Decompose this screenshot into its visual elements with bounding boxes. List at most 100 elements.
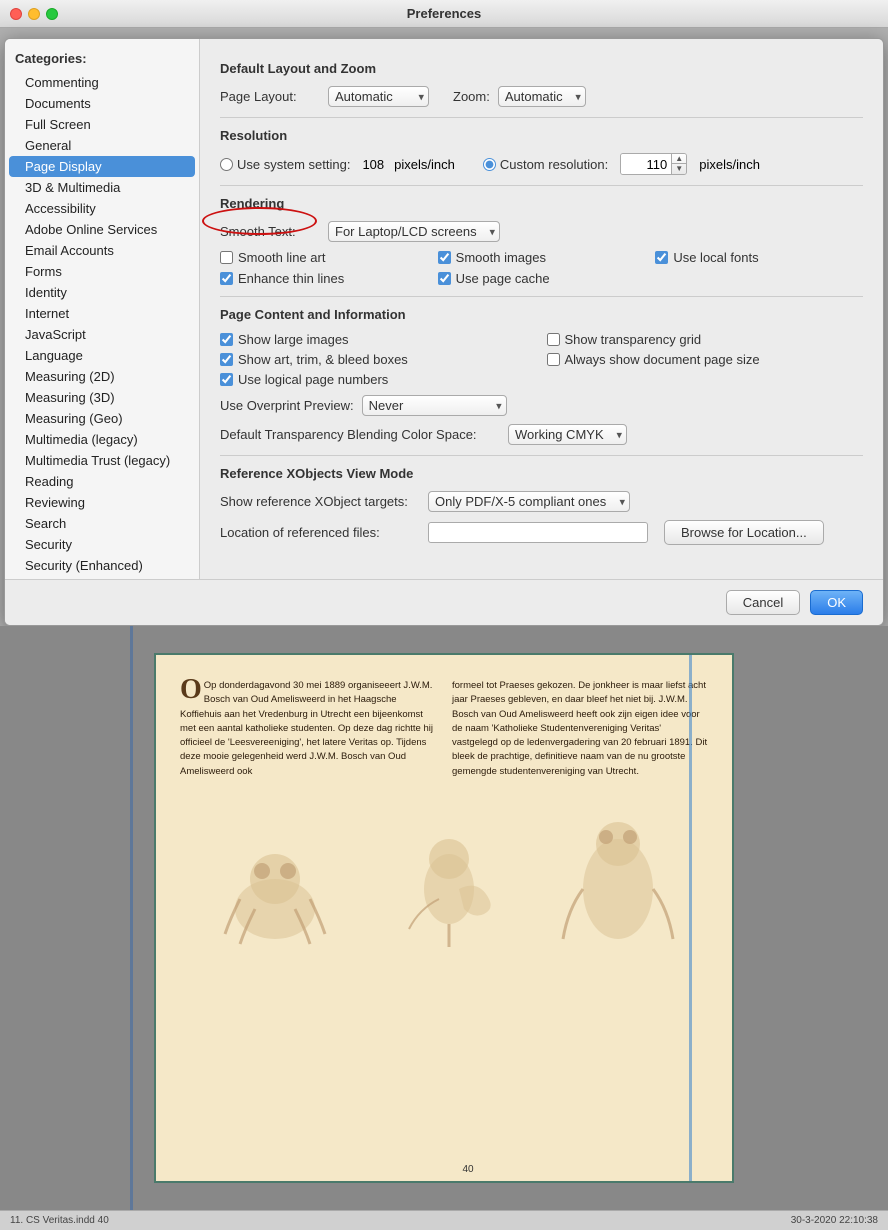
blue-border-right	[689, 655, 692, 1181]
ok-button[interactable]: OK	[810, 590, 863, 615]
sidebar-item-search[interactable]: Search	[5, 513, 199, 534]
browse-button[interactable]: Browse for Location...	[664, 520, 824, 545]
sidebar-item-measuring2d[interactable]: Measuring (2D)	[5, 366, 199, 387]
always-show-doc-label[interactable]: Always show document page size	[547, 352, 864, 367]
use-logical-text: Use logical page numbers	[238, 372, 388, 387]
show-art-trim-label[interactable]: Show art, trim, & bleed boxes	[220, 352, 537, 367]
zoom-select[interactable]: Automatic Fit Page Fit Width	[498, 86, 586, 107]
smooth-lineart-label[interactable]: Smooth line art	[220, 250, 428, 265]
enhance-thin-label[interactable]: Enhance thin lines	[220, 271, 428, 286]
doc-text-left: Op donderdagavond 30 mei 1889 organiseee…	[180, 680, 433, 777]
smooth-lineart-checkbox[interactable]	[220, 251, 233, 264]
location-input[interactable]	[428, 522, 648, 543]
sidebar-item-multimedial[interactable]: Multimedia (legacy)	[5, 429, 199, 450]
frog-illustration-middle	[399, 819, 499, 949]
cancel-button[interactable]: Cancel	[726, 590, 800, 615]
sidebar-item-3dmultimedia[interactable]: 3D & Multimedia	[5, 177, 199, 198]
use-logical-checkbox[interactable]	[220, 373, 233, 386]
stepper-up-button[interactable]: ▲	[672, 154, 686, 164]
sidebar-item-fullscreen[interactable]: Full Screen	[5, 114, 199, 135]
use-page-cache-checkbox[interactable]	[438, 272, 451, 285]
window-title: Preferences	[407, 6, 481, 21]
sidebar-item-reading[interactable]: Reading	[5, 471, 199, 492]
smooth-images-checkbox[interactable]	[438, 251, 451, 264]
sidebar-item-adobeonline[interactable]: Adobe Online Services	[5, 219, 199, 240]
location-row: Location of referenced files: Browse for…	[220, 520, 863, 545]
sidebar-item-securityenhanced[interactable]: Security (Enhanced)	[5, 555, 199, 576]
use-local-fonts-checkbox[interactable]	[655, 251, 668, 264]
show-transparency-label[interactable]: Show transparency grid	[547, 332, 864, 347]
layout-select[interactable]: Automatic Single Page Two-Up	[328, 86, 429, 107]
sidebar-item-identity[interactable]: Identity	[5, 282, 199, 303]
use-local-fonts-label[interactable]: Use local fonts	[655, 250, 863, 265]
smooth-images-label[interactable]: Smooth images	[438, 250, 646, 265]
sidebar-item-documents[interactable]: Documents	[5, 93, 199, 114]
use-local-fonts-text: Use local fonts	[673, 250, 758, 265]
system-value: 108	[362, 157, 384, 172]
footer-buttons: Cancel OK	[5, 579, 883, 625]
show-art-trim-checkbox[interactable]	[220, 353, 233, 366]
transparency-select[interactable]: Working CMYK Working RGB Working Gray	[508, 424, 627, 445]
doc-col-right: formeel tot Praeses gekozen. De jonkheer…	[452, 679, 708, 779]
enhance-thin-text: Enhance thin lines	[238, 271, 344, 286]
sidebar-item-general[interactable]: General	[5, 135, 199, 156]
show-art-trim-text: Show art, trim, & bleed boxes	[238, 352, 408, 367]
sidebar-item-accessibility[interactable]: Accessibility	[5, 198, 199, 219]
system-setting-radio[interactable]	[220, 158, 233, 171]
show-transparency-checkbox[interactable]	[547, 333, 560, 346]
custom-resolution-stepper[interactable]: ▲ ▼	[620, 153, 687, 175]
smooth-text-select[interactable]: For Laptop/LCD screens None For Monitors	[328, 221, 500, 242]
sidebar-item-forms[interactable]: Forms	[5, 261, 199, 282]
use-logical-label[interactable]: Use logical page numbers	[220, 372, 537, 387]
smooth-text-row: Smooth Text: For Laptop/LCD screens None…	[220, 221, 863, 242]
page-number: 40	[180, 1164, 734, 1175]
sidebar-item-reviewing[interactable]: Reviewing	[5, 492, 199, 513]
custom-resolution-input[interactable]	[621, 154, 671, 174]
minimize-button[interactable]	[28, 8, 40, 20]
sidebar-item-language[interactable]: Language	[5, 345, 199, 366]
smooth-text-select-wrapper[interactable]: For Laptop/LCD screens None For Monitors	[328, 221, 500, 242]
transparency-select-wrapper[interactable]: Working CMYK Working RGB Working Gray	[508, 424, 627, 445]
sidebar-item-internet[interactable]: Internet	[5, 303, 199, 324]
sidebar-item-emailaccounts[interactable]: Email Accounts	[5, 240, 199, 261]
custom-resolution-radio[interactable]	[483, 158, 496, 171]
layout-select-wrapper[interactable]: Automatic Single Page Two-Up	[328, 86, 429, 107]
sidebar-item-pagedisplay[interactable]: Page Display	[9, 156, 195, 177]
zoom-label: Zoom:	[453, 89, 490, 104]
traffic-lights	[10, 8, 58, 20]
page-content-checkboxes: Show large images Show transparency grid…	[220, 332, 863, 387]
section-rendering-title: Rendering	[220, 196, 863, 211]
always-show-doc-checkbox[interactable]	[547, 353, 560, 366]
overprint-select-wrapper[interactable]: Never Always Only for PDF/X files	[362, 395, 507, 416]
use-page-cache-text: Use page cache	[456, 271, 550, 286]
smooth-images-text: Smooth images	[456, 250, 546, 265]
custom-resolution-radio-label[interactable]: Custom resolution:	[483, 157, 608, 172]
xobject-select-wrapper[interactable]: Only PDF/X-5 compliant ones All None	[428, 491, 630, 512]
sidebar-item-multimediatrust[interactable]: Multimedia Trust (legacy)	[5, 450, 199, 471]
system-setting-radio-label[interactable]: Use system setting:	[220, 157, 350, 172]
zoom-select-wrapper[interactable]: Automatic Fit Page Fit Width	[498, 86, 586, 107]
overprint-row: Use Overprint Preview: Never Always Only…	[220, 395, 863, 416]
stepper-down-button[interactable]: ▼	[672, 164, 686, 174]
sidebar-item-commenting[interactable]: Commenting	[5, 72, 199, 93]
sidebar-item-measuring3d[interactable]: Measuring (3D)	[5, 387, 199, 408]
frog-illustration-right	[558, 789, 678, 949]
sidebar-item-security[interactable]: Security	[5, 534, 199, 555]
sidebar-item-measuringgeo[interactable]: Measuring (Geo)	[5, 408, 199, 429]
show-large-images-label[interactable]: Show large images	[220, 332, 537, 347]
use-page-cache-label[interactable]: Use page cache	[438, 271, 646, 286]
section-resolution-title: Resolution	[220, 128, 863, 143]
sidebar-item-javascript[interactable]: JavaScript	[5, 324, 199, 345]
show-large-images-checkbox[interactable]	[220, 333, 233, 346]
xobject-row: Show reference XObject targets: Only PDF…	[220, 491, 863, 512]
overprint-select[interactable]: Never Always Only for PDF/X files	[362, 395, 507, 416]
xobject-select[interactable]: Only PDF/X-5 compliant ones All None	[428, 491, 630, 512]
frog-illustration-left	[210, 819, 340, 949]
preferences-dialog: Categories: Commenting Documents Full Sc…	[4, 38, 884, 626]
close-button[interactable]	[10, 8, 22, 20]
document-viewer: O Op donderdagavond 30 mei 1889 organise…	[0, 626, 888, 1210]
xobject-label: Show reference XObject targets:	[220, 494, 420, 509]
maximize-button[interactable]	[46, 8, 58, 20]
enhance-thin-checkbox[interactable]	[220, 272, 233, 285]
doc-illustrations	[180, 789, 708, 949]
